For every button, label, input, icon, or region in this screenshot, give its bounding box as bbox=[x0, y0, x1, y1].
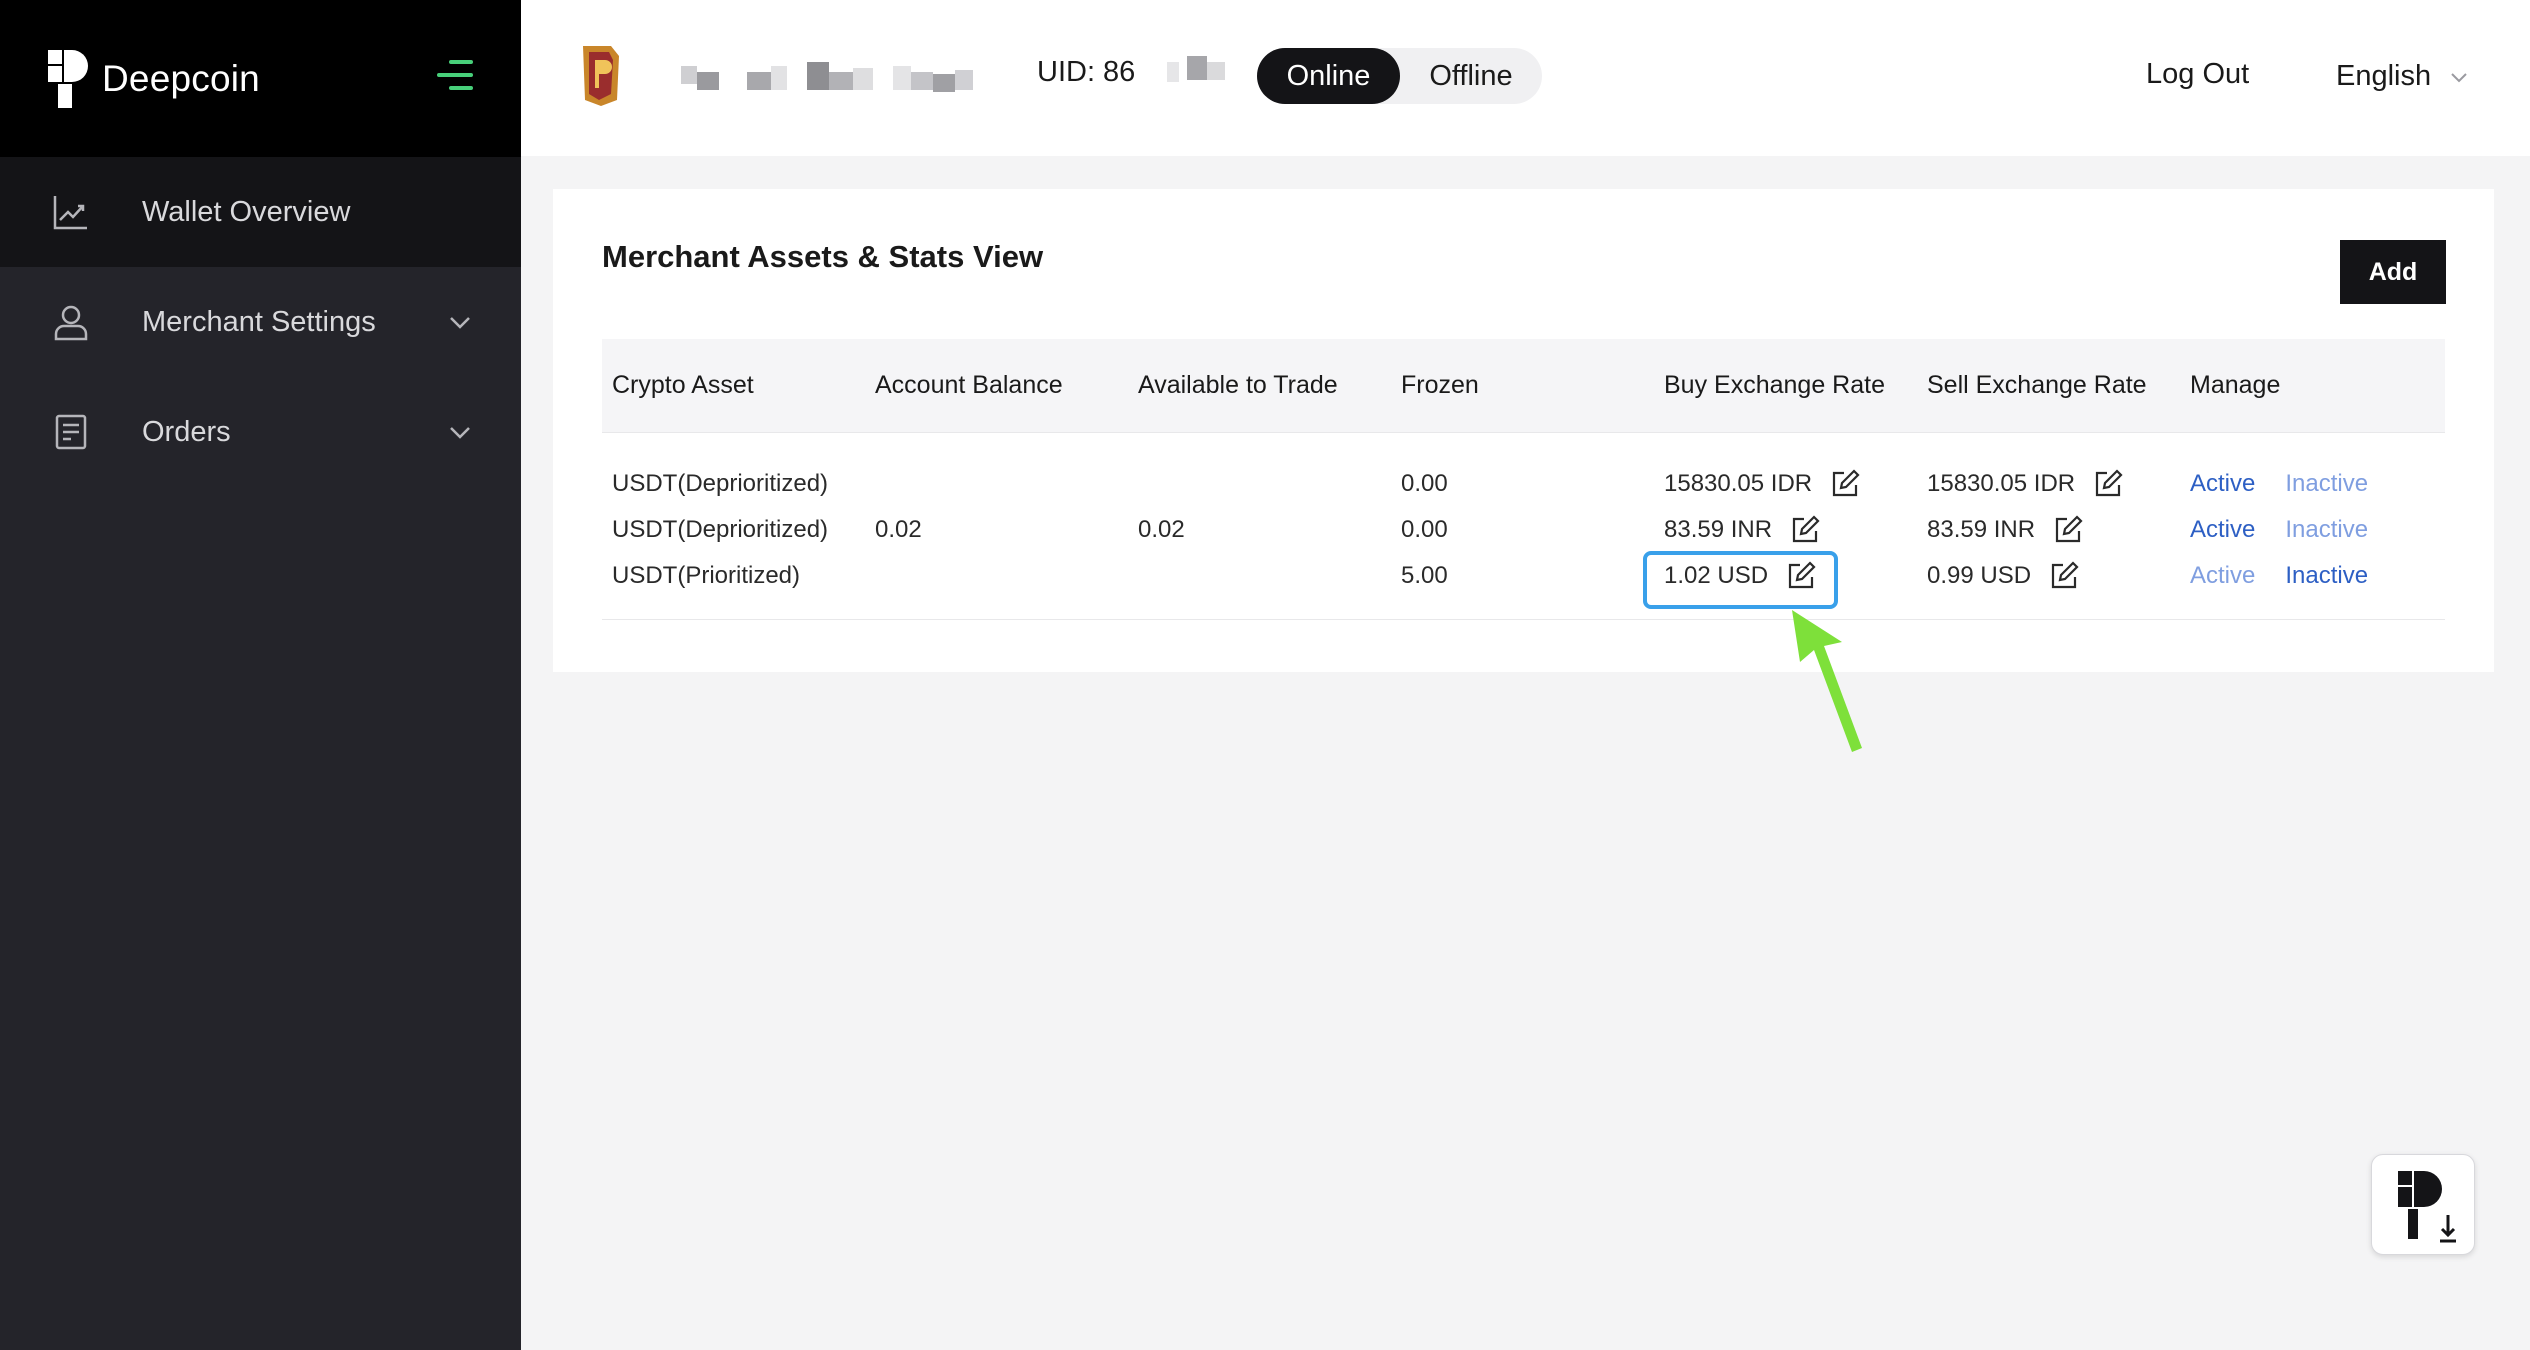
cell-manage: Active Inactive bbox=[2180, 470, 2445, 498]
username-redacted bbox=[681, 62, 973, 92]
cell-manage: Active Inactive bbox=[2180, 562, 2445, 590]
cell-asset: USDT(Prioritized) bbox=[612, 562, 801, 589]
sidebar-brand: Deepcoin bbox=[0, 0, 521, 157]
chart-line-icon bbox=[53, 196, 87, 230]
inactive-link[interactable]: Inactive bbox=[2285, 516, 2368, 544]
cell-frozen: 5.00 bbox=[1401, 562, 1448, 589]
status-online-button[interactable]: Online bbox=[1257, 48, 1400, 104]
sidebar-item-orders[interactable]: Orders bbox=[0, 377, 521, 487]
logout-button[interactable]: Log Out bbox=[2146, 58, 2249, 91]
uid-redacted bbox=[1167, 56, 1225, 82]
cell-buy-rate: 83.59 INR bbox=[1654, 515, 1917, 545]
sell-rate-value: 15830.05 IDR bbox=[1927, 470, 2076, 497]
column-header: Sell Exchange Rate bbox=[1927, 371, 2147, 399]
table-row: USDT(Deprioritized) 0.02 0.02 0.00 83.59… bbox=[602, 507, 2445, 553]
column-header: Crypto Asset bbox=[612, 371, 754, 399]
edit-icon[interactable] bbox=[2053, 515, 2083, 545]
language-label: English bbox=[2336, 60, 2432, 92]
inactive-link[interactable]: Inactive bbox=[2285, 562, 2368, 590]
cell-frozen: 0.00 bbox=[1401, 470, 1448, 497]
active-link[interactable]: Active bbox=[2190, 516, 2255, 544]
active-link[interactable]: Active bbox=[2190, 470, 2255, 498]
page-title: Merchant Assets & Stats View bbox=[602, 239, 1044, 274]
app-download-widget[interactable] bbox=[2371, 1154, 2475, 1255]
chevron-down-icon[interactable] bbox=[447, 419, 473, 445]
uid-label: UID: 86 bbox=[1037, 56, 1136, 88]
column-header: Manage bbox=[2190, 371, 2281, 399]
table-header: Crypto Asset Account Balance Available t… bbox=[602, 339, 2445, 433]
add-button[interactable]: Add bbox=[2340, 240, 2446, 304]
sidebar: Deepcoin Wallet Overview Merchant Settin… bbox=[0, 0, 521, 1350]
status-toggle: Online Offline bbox=[1257, 48, 1542, 104]
edit-icon[interactable] bbox=[1830, 469, 1860, 499]
user-icon bbox=[54, 305, 88, 341]
column-header: Available to Trade bbox=[1138, 371, 1338, 399]
cell-asset: USDT(Deprioritized) bbox=[612, 470, 829, 497]
inactive-link[interactable]: Inactive bbox=[2285, 470, 2368, 498]
table-row: USDT(Prioritized) 5.00 1.02 USD 0.99 USD bbox=[602, 553, 2445, 599]
chevron-down-icon bbox=[2451, 72, 2467, 82]
sidebar-item-label: Wallet Overview bbox=[142, 195, 351, 228]
cell-sell-rate: 83.59 INR bbox=[1917, 515, 2180, 545]
status-offline-button[interactable]: Offline bbox=[1400, 48, 1542, 104]
table-body: USDT(Deprioritized) 0.00 15830.05 IDR 15… bbox=[602, 433, 2445, 620]
column-header: Frozen bbox=[1401, 371, 1479, 399]
sell-rate-value: 0.99 USD bbox=[1927, 562, 2032, 589]
column-header: Account Balance bbox=[875, 371, 1063, 399]
edit-icon[interactable] bbox=[2049, 561, 2079, 591]
column-header: Buy Exchange Rate bbox=[1664, 371, 1885, 399]
merchant-assets-card: Merchant Assets & Stats View Add Crypto … bbox=[553, 189, 2494, 672]
cell-available: 0.02 bbox=[1138, 516, 1185, 543]
pointer-arrow-icon bbox=[1792, 610, 1862, 752]
edit-icon[interactable] bbox=[2093, 469, 2123, 499]
table-row: USDT(Deprioritized) 0.00 15830.05 IDR 15… bbox=[602, 461, 2445, 507]
sell-rate-value: 83.59 INR bbox=[1927, 516, 2036, 543]
sidebar-item-label: Orders bbox=[142, 415, 231, 448]
cell-balance: 0.02 bbox=[875, 516, 922, 543]
brand-name: Deepcoin bbox=[102, 57, 260, 99]
sidebar-item-merchant-settings[interactable]: Merchant Settings bbox=[0, 267, 521, 377]
sidebar-item-label: Merchant Settings bbox=[142, 305, 376, 338]
top-header: UID: 86 Online Offline Log Out English bbox=[521, 0, 2530, 156]
cell-frozen: 0.00 bbox=[1401, 516, 1448, 543]
download-app-icon bbox=[2398, 1171, 2456, 1243]
buy-rate-value: 15830.05 IDR bbox=[1664, 470, 1813, 497]
sidebar-item-wallet-overview[interactable]: Wallet Overview bbox=[0, 157, 521, 267]
language-selector[interactable]: English bbox=[2336, 60, 2469, 93]
assets-table: Crypto Asset Account Balance Available t… bbox=[602, 339, 2445, 620]
cell-buy-rate: 15830.05 IDR bbox=[1654, 469, 1917, 499]
cell-asset: USDT(Deprioritized) bbox=[612, 516, 829, 543]
highlight-box bbox=[1643, 551, 1838, 609]
edit-icon[interactable] bbox=[1790, 515, 1820, 545]
menu-toggle-icon[interactable] bbox=[437, 58, 473, 92]
deepcoin-logo-icon bbox=[48, 49, 88, 108]
cell-sell-rate: 15830.05 IDR bbox=[1917, 469, 2180, 499]
active-link[interactable]: Active bbox=[2190, 562, 2255, 590]
cell-sell-rate: 0.99 USD bbox=[1917, 561, 2180, 591]
avatar[interactable] bbox=[577, 42, 623, 108]
chevron-down-icon[interactable] bbox=[447, 309, 473, 335]
cell-manage: Active Inactive bbox=[2180, 516, 2445, 544]
buy-rate-value: 83.59 INR bbox=[1664, 516, 1773, 543]
document-icon bbox=[55, 414, 87, 450]
